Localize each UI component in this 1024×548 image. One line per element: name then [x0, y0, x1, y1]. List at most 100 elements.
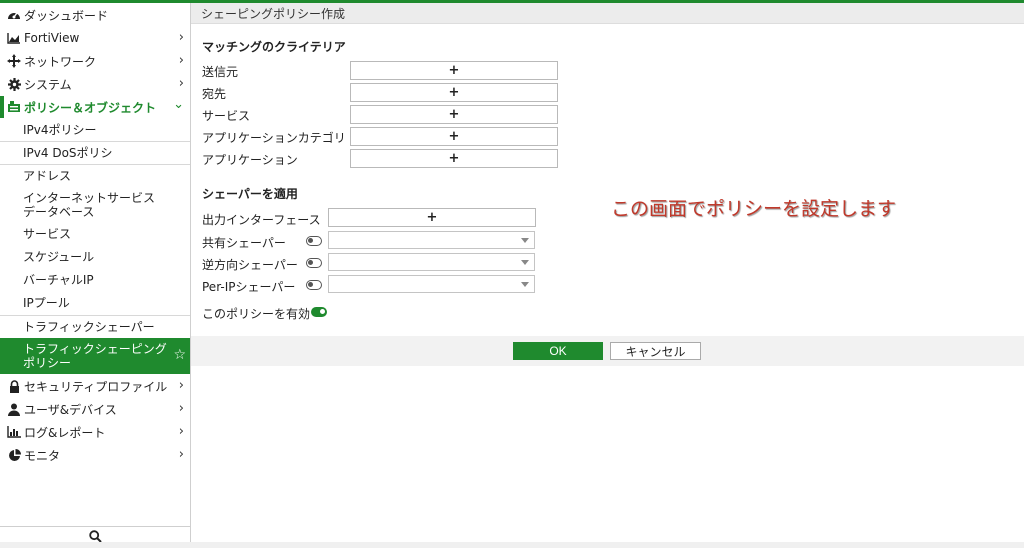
sidebar-item-system[interactable]: システム › — [0, 73, 190, 95]
reverse-shaper-label: 逆方向シェーパー — [202, 258, 298, 272]
sidebar-subitem-virtual-ip[interactable]: バーチャルIP — [0, 269, 190, 291]
cancel-button[interactable]: キャンセル — [610, 342, 701, 360]
source-label: 送信元 — [202, 65, 239, 79]
star-icon[interactable]: ☆ — [173, 348, 186, 362]
sidebar: ダッシュボード FortiView › ネットワーク › システム › ポリシー… — [0, 3, 191, 548]
apply-shaper-title: シェーパーを適用 — [202, 187, 298, 201]
sidebar-item-user-device[interactable]: ユーザ&デバイス › — [0, 398, 190, 420]
sidebar-item-label: FortiView — [24, 31, 80, 45]
caret-down-icon — [521, 260, 529, 265]
per-ip-shaper-toggle[interactable] — [306, 280, 322, 290]
network-icon — [5, 54, 23, 68]
sidebar-item-fortiview[interactable]: FortiView › — [0, 27, 190, 49]
toggle-knob — [308, 238, 313, 243]
sidebar-subitem-label: サービス — [23, 227, 72, 241]
out-interface-field[interactable]: + — [328, 208, 536, 227]
out-interface-label: 出力インターフェース — [202, 213, 321, 227]
policy-icon — [5, 101, 23, 113]
main-content: シェーピングポリシー作成 マッチングのクライテリア 送信元 + 宛先 + サービ… — [191, 3, 1024, 548]
chevron-right-icon: › — [178, 447, 184, 462]
sidebar-subitem-label: バーチャルIP — [23, 273, 94, 287]
sidebar-item-label: システム — [24, 77, 72, 92]
enable-policy-toggle[interactable] — [311, 307, 327, 317]
toggle-knob — [308, 282, 313, 287]
per-ip-shaper-label: Per-IPシェーパー — [202, 280, 296, 294]
sidebar-item-label: ポリシー＆オブジェクト — [24, 100, 157, 115]
bottom-edge — [0, 542, 1024, 548]
shared-shaper-toggle[interactable] — [306, 236, 322, 246]
plus-icon: + — [448, 129, 460, 144]
per-ip-shaper-select[interactable] — [328, 275, 535, 293]
sidebar-subitem-label: IPv4ポリシー — [23, 123, 97, 137]
reverse-shaper-select[interactable] — [328, 253, 535, 271]
lock-icon — [5, 379, 23, 393]
pie-chart-icon — [5, 448, 23, 462]
plus-icon: + — [448, 63, 460, 78]
sidebar-subitem-address[interactable]: アドレス — [0, 165, 190, 187]
sidebar-item-monitor[interactable]: モニタ › — [0, 444, 190, 466]
sidebar-item-dashboard[interactable]: ダッシュボード — [0, 4, 190, 26]
application-label: アプリケーション — [202, 153, 298, 167]
plus-icon: + — [448, 151, 460, 166]
plus-icon: + — [426, 210, 438, 225]
dashboard-icon — [5, 9, 23, 21]
service-label: サービス — [202, 109, 251, 123]
sidebar-subitem-label: IPプール — [23, 296, 70, 310]
destination-label: 宛先 — [202, 87, 227, 101]
shared-shaper-label: 共有シェーパー — [202, 236, 286, 250]
sidebar-subitem-ipv4-policy[interactable]: IPv4ポリシー — [0, 119, 190, 141]
sidebar-item-network[interactable]: ネットワーク › — [0, 50, 190, 72]
sidebar-subitem-label: IPv4 DoSポリシ — [23, 146, 113, 160]
gear-icon — [5, 77, 23, 91]
sidebar-item-policy-objects[interactable]: ポリシー＆オブジェクト ⌄ — [0, 96, 190, 118]
chevron-right-icon: › — [178, 424, 184, 439]
sidebar-subitem-label: トラフィックシェーパー — [23, 320, 155, 334]
source-field[interactable]: + — [350, 61, 558, 80]
chevron-right-icon: › — [178, 76, 184, 91]
sidebar-subitem-ipv4-dos-policy[interactable]: IPv4 DoSポリシ — [0, 142, 190, 164]
application-field[interactable]: + — [350, 149, 558, 168]
sidebar-subitem-label: トラフィックシェーピング — [23, 342, 167, 356]
page-title-bar: シェーピングポリシー作成 — [191, 3, 1024, 24]
sidebar-item-log-report[interactable]: ログ&レポート › — [0, 421, 190, 443]
app-category-field[interactable]: + — [350, 127, 558, 146]
app-category-label: アプリケーションカテゴリ — [202, 131, 346, 145]
form-footer: OK キャンセル — [191, 336, 1024, 366]
bar-chart-icon — [5, 426, 23, 438]
toggle-knob — [320, 309, 325, 314]
chevron-right-icon: › — [178, 53, 184, 68]
sidebar-item-label: セキュリティプロファイル — [24, 379, 168, 394]
matching-criteria-title: マッチングのクライテリア — [202, 40, 346, 54]
sidebar-item-label: ログ&レポート — [24, 425, 106, 440]
plus-icon: + — [448, 107, 460, 122]
sidebar-item-label: ネットワーク — [24, 54, 97, 69]
sidebar-subitem-label: アドレス — [23, 169, 72, 183]
sidebar-subitem-label: ポリシー — [23, 356, 72, 370]
chart-icon — [5, 32, 23, 44]
reverse-shaper-toggle[interactable] — [306, 258, 322, 268]
ok-button[interactable]: OK — [513, 342, 603, 360]
service-field[interactable]: + — [350, 105, 558, 124]
sidebar-item-label: モニタ — [24, 448, 61, 463]
enable-policy-label: このポリシーを有効 — [202, 307, 311, 321]
sidebar-subitem-service[interactable]: サービス — [0, 223, 190, 245]
sidebar-subitem-internet-service-db[interactable]: インターネットサービス データベース — [0, 189, 190, 220]
user-icon — [5, 403, 23, 416]
sidebar-subitem-schedule[interactable]: スケジュール — [0, 246, 190, 268]
sidebar-subitem-label: インターネットサービス — [23, 190, 156, 205]
sidebar-subitem-ip-pool[interactable]: IPプール — [0, 292, 190, 314]
sidebar-subitem-traffic-shaper[interactable]: トラフィックシェーパー — [0, 316, 190, 338]
sidebar-item-security-profiles[interactable]: セキュリティプロファイル › — [0, 375, 190, 397]
chevron-right-icon: › — [178, 378, 184, 393]
sidebar-subitem-label: スケジュール — [23, 250, 95, 264]
toggle-knob — [308, 260, 313, 265]
chevron-right-icon: › — [178, 401, 184, 416]
destination-field[interactable]: + — [350, 83, 558, 102]
plus-icon: + — [448, 85, 460, 100]
chevron-right-icon: › — [178, 30, 184, 45]
sidebar-item-label: ユーザ&デバイス — [24, 402, 117, 417]
page-title: シェーピングポリシー作成 — [201, 6, 346, 21]
shared-shaper-select[interactable] — [328, 231, 535, 249]
sidebar-subitem-traffic-shaping-policy[interactable]: トラフィックシェーピング ポリシー ☆ — [0, 338, 190, 374]
caret-down-icon — [521, 282, 529, 287]
